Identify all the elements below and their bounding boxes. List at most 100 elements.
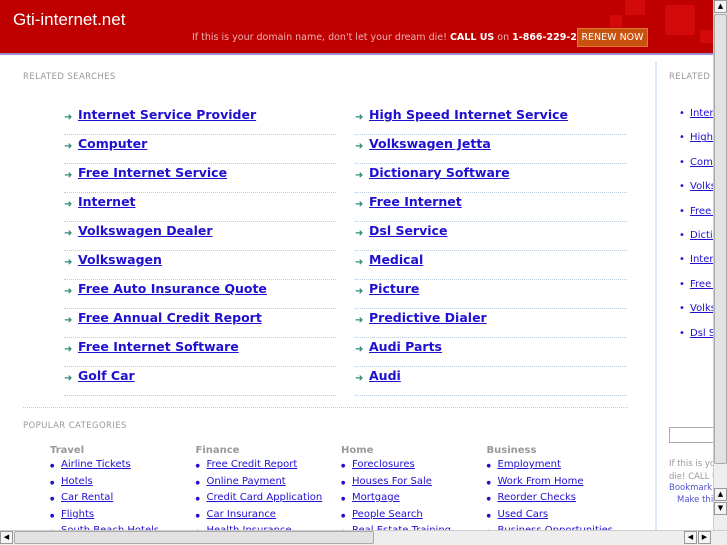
bullet-icon: ● [341, 496, 346, 502]
related-search-item: ➜ Computer [64, 135, 336, 164]
arrow-right-icon: ➜ [64, 373, 73, 384]
sidebar-link[interactable]: Dsl Service [690, 328, 713, 339]
horizontal-scrollbar[interactable]: ◀ ◀ ▶ [0, 530, 727, 545]
related-search-link[interactable]: Volkswagen Jetta [369, 136, 491, 151]
category-link[interactable]: Online Payment [207, 476, 286, 487]
sidebar-link[interactable]: Free Internet Service [690, 206, 713, 217]
category-link[interactable]: Flights [61, 509, 94, 520]
related-search-link[interactable]: Internet Service Provider [78, 107, 256, 122]
related-search-link[interactable]: Volkswagen [78, 252, 162, 267]
sidebar-link[interactable]: Dictionary Software [690, 230, 713, 241]
sidebar-link[interactable]: Volkswagen Jetta [690, 181, 713, 192]
category-item: ● Car Insurance [196, 509, 341, 526]
related-search-link[interactable]: High Speed Internet Service [369, 107, 568, 122]
related-search-item: ➜ Free Internet [355, 193, 627, 222]
related-search-link[interactable]: Free Internet Software [78, 339, 239, 354]
sidebar-link[interactable]: Computer [690, 157, 713, 168]
horizontal-scroll-thumb[interactable] [14, 531, 374, 544]
sidebar-item: Computer [679, 157, 713, 168]
category-item: ● Mortgage [341, 492, 486, 509]
sidebar-link[interactable]: High Speed Internet Service [690, 132, 713, 143]
category-title: Home [341, 445, 374, 456]
bullet-icon: ● [50, 463, 55, 469]
bullet-icon: ● [195, 463, 200, 469]
right-sidebar: RELATED SEARCHES Internet Service Provid… [655, 62, 713, 530]
promo-text: If this is your domain name, don't let y… [192, 32, 609, 43]
related-search-link[interactable]: Audi [369, 368, 401, 383]
site-title: Gti-internet.net [13, 10, 126, 29]
scroll-down-icon[interactable]: ▼ [714, 502, 727, 515]
related-search-link[interactable]: Free Internet Service [78, 165, 227, 180]
category-item: ● Credit Card Application [196, 492, 341, 509]
bullet-icon: ● [195, 496, 200, 502]
category-column: Business ● Employment ● Work From Home ● Reord… [487, 445, 632, 542]
category-link[interactable]: Credit Card Application [207, 492, 323, 503]
related-search-item: ➜ Picture [355, 280, 627, 309]
related-search-item: ➜ Internet [64, 193, 336, 222]
related-search-link[interactable]: Medical [369, 252, 423, 267]
sidebar-link[interactable]: Volkswagen Dealer [690, 303, 713, 314]
related-search-link[interactable]: Free Auto Insurance Quote [78, 281, 267, 296]
bullet-icon: ● [50, 512, 55, 519]
related-search-item: ➜ Medical [355, 251, 627, 280]
related-search-link[interactable]: Golf Car [78, 368, 135, 383]
category-link[interactable]: Mortgage [352, 492, 400, 503]
scroll-right-icon[interactable]: ▶ [698, 531, 711, 544]
promo-message: If this is your domain name, don't let y… [192, 32, 447, 43]
category-link[interactable]: Hotels [61, 476, 93, 487]
category-item: ● Foreclosures [341, 459, 486, 476]
category-link[interactable]: Car Rental [61, 492, 113, 503]
scroll-left-icon-right[interactable]: ◀ [684, 531, 697, 544]
category-item: ● Used Cars [487, 509, 632, 526]
sidebar-item: Dictionary Software [679, 230, 713, 241]
scroll-up-icon[interactable]: ▲ [714, 0, 727, 13]
related-search-link[interactable]: Dictionary Software [369, 165, 510, 180]
header-banner: Gti-internet.net If this is your domain … [0, 0, 713, 55]
related-search-link[interactable]: Predictive Dialer [369, 310, 487, 325]
category-item: ● Hotels [50, 476, 195, 493]
sidebar-link[interactable]: Internet [690, 254, 713, 265]
related-search-link[interactable]: Internet [78, 194, 136, 209]
sidebar-search-input[interactable] [669, 427, 713, 443]
sidebar-note-2: die! CALL US [669, 472, 713, 482]
related-search-item: ➜ Audi Parts [355, 338, 627, 367]
bullet-icon: ● [195, 479, 200, 486]
category-link[interactable]: Reorder Checks [498, 492, 576, 503]
related-search-item: ➜ Audi [355, 367, 627, 396]
category-link[interactable]: Free Credit Report [207, 459, 298, 470]
category-link[interactable]: Used Cars [498, 509, 549, 520]
renew-now-button[interactable]: RENEW NOW [577, 28, 648, 47]
category-link[interactable]: Airline Tickets [61, 459, 131, 470]
related-search-link[interactable]: Free Annual Credit Report [78, 310, 262, 325]
category-item: ● Airline Tickets [50, 459, 195, 476]
related-search-item: ➜ Free Internet Service [64, 164, 336, 193]
related-search-link[interactable]: Dsl Service [369, 223, 447, 238]
related-search-item: ➜ Dictionary Software [355, 164, 627, 193]
bookmark-link[interactable]: Bookmark this page [669, 483, 713, 493]
category-link[interactable]: Houses For Sale [352, 476, 432, 487]
sidebar-heading: RELATED SEARCHES [669, 72, 713, 82]
sidebar-link[interactable]: Free Internet [690, 279, 713, 290]
category-item: ● Houses For Sale [341, 476, 486, 493]
sidebar-item: Internet Service Provider [679, 108, 713, 119]
scroll-up-icon-lower[interactable]: ▲ [714, 488, 727, 501]
sidebar-link[interactable]: Internet Service Provider [690, 108, 713, 119]
sidebar-item: High Speed Internet Service [679, 132, 713, 143]
category-link[interactable]: People Search [352, 509, 423, 520]
related-search-link[interactable]: Picture [369, 281, 419, 296]
related-search-link[interactable]: Audi Parts [369, 339, 442, 354]
category-link[interactable]: Work From Home [498, 476, 584, 487]
bullet-icon: ● [486, 479, 491, 486]
make-homepage-link[interactable]: Make this my homepage [677, 495, 713, 505]
category-link[interactable]: Foreclosures [352, 459, 415, 470]
category-item: ● Free Credit Report [196, 459, 341, 476]
related-search-link[interactable]: Computer [78, 136, 147, 151]
related-search-link[interactable]: Free Internet [369, 194, 462, 209]
related-search-link[interactable]: Volkswagen Dealer [78, 223, 213, 238]
category-link[interactable]: Car Insurance [207, 509, 276, 520]
vertical-scroll-thumb[interactable] [714, 14, 727, 464]
category-link[interactable]: Employment [498, 459, 561, 470]
scroll-left-icon[interactable]: ◀ [0, 531, 13, 544]
arrow-right-icon: ➜ [64, 344, 73, 355]
vertical-scrollbar[interactable]: ▲ ▲ ▼ [713, 0, 727, 530]
